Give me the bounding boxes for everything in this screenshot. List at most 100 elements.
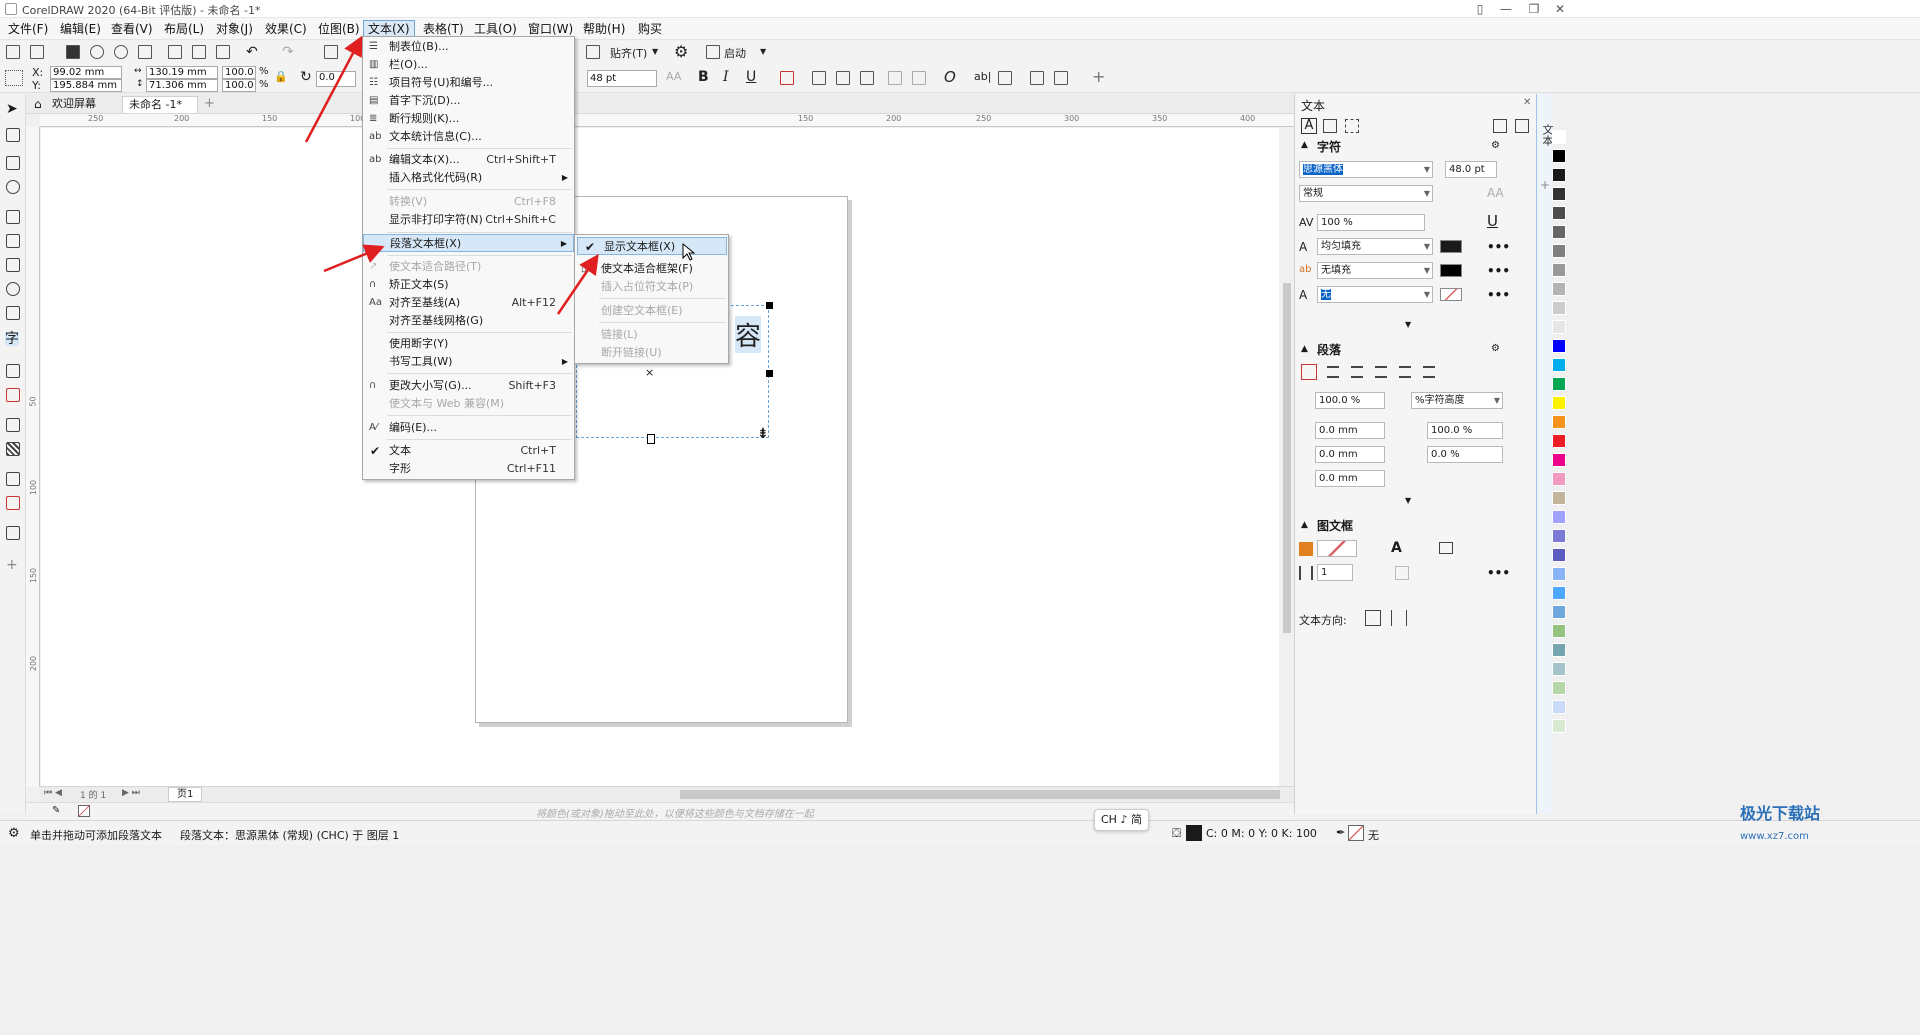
font-size-field[interactable]: 48 pt (587, 70, 657, 87)
vertical-ruler[interactable]: 50 100 150 200 (26, 127, 40, 787)
shape-tool-icon[interactable] (6, 128, 20, 142)
palette-swatch[interactable] (1552, 453, 1566, 467)
pick-tool-icon[interactable]: ➤ (6, 102, 20, 116)
underline-docker-icon[interactable]: U (1487, 212, 1498, 230)
y-position-field[interactable]: 195.884 mm (50, 79, 122, 92)
connector-tool-icon[interactable] (6, 388, 20, 402)
palette-swatch[interactable] (1552, 130, 1566, 144)
snap-to-label[interactable]: 贴齐(T) (610, 45, 647, 61)
eyedropper-small-icon[interactable]: ✎ (52, 805, 60, 816)
fill-color-swatch[interactable] (1186, 825, 1202, 841)
menu-align-baseline-grid[interactable]: 对齐至基线网格(G) (363, 312, 574, 330)
save-icon[interactable] (66, 45, 80, 59)
menu-show-nonprinting[interactable]: 显示非打印字符(N) Ctrl+Shift+C (363, 211, 574, 229)
scroll-thumb[interactable] (1283, 283, 1291, 633)
menu-bitmap[interactable]: 位图(B) (314, 20, 364, 38)
align-center-icon[interactable] (1351, 366, 1363, 378)
kerning-field[interactable]: 100 % (1317, 214, 1425, 231)
menu-columns[interactable]: ▥ 栏(O)... (363, 56, 574, 74)
interactive-fill-icon[interactable] (6, 496, 20, 510)
palette-swatch[interactable] (1552, 301, 1566, 315)
align-right-icon[interactable] (1375, 366, 1387, 378)
transparency-icon[interactable] (6, 442, 20, 456)
artistic-media-icon[interactable] (6, 234, 20, 248)
palette-swatch[interactable] (1552, 567, 1566, 581)
palette-swatch[interactable] (1552, 206, 1566, 220)
line-tool-icon[interactable] (6, 364, 20, 378)
docker-menu-icon[interactable] (1515, 119, 1529, 133)
bg-fill-type-field[interactable]: 无填充 ▼ (1317, 262, 1433, 279)
freehand-tool-icon[interactable] (6, 210, 20, 224)
height-field[interactable]: 71.306 mm (146, 79, 218, 92)
palette-swatch[interactable] (1552, 168, 1566, 182)
frame-align-icon[interactable] (1439, 542, 1453, 554)
increase-indent-icon[interactable] (912, 71, 926, 85)
menu-bullets[interactable]: ☷ 项目符号(U)和编号... (363, 74, 574, 92)
launch-dropdown-icon[interactable]: ▼ (760, 47, 766, 56)
italic-button[interactable]: I (723, 69, 729, 85)
menu-text-docker[interactable]: ✔ 文本 Ctrl+T (363, 442, 574, 460)
paste-icon[interactable] (216, 45, 230, 59)
horizontal-text-icon[interactable] (1030, 71, 1044, 85)
spacing-unit-field[interactable]: %字符高度 ▼ (1411, 392, 1503, 409)
submenu-fit-text-frame[interactable]: ▯ 使文本适合框架(F) (575, 260, 728, 278)
vertical-scrollbar[interactable] (1280, 128, 1294, 786)
redo-icon[interactable]: ↷ (282, 44, 294, 60)
menu-help[interactable]: 帮助(H) (579, 20, 629, 38)
cloud-upload-icon[interactable] (114, 45, 128, 59)
expand-icon[interactable]: ▼ (1405, 496, 1411, 505)
collapse-icon[interactable]: ▲ (1301, 344, 1308, 354)
resize-handle[interactable] (766, 370, 773, 377)
page-nav-last-icon[interactable]: ▶ ⏭ (122, 788, 140, 798)
menu-hyphenation[interactable]: 使用断字(Y) (363, 335, 574, 353)
palette-swatch[interactable] (1552, 225, 1566, 239)
scale-y-field[interactable]: 100.0 (222, 79, 256, 92)
import-icon[interactable] (324, 45, 338, 59)
bg-fill-docker-swatch[interactable] (1440, 264, 1462, 277)
palette-swatch[interactable] (1552, 510, 1566, 524)
eyedropper-icon[interactable] (6, 472, 20, 486)
underline-button[interactable]: U (746, 69, 756, 85)
cloud-download-icon[interactable] (90, 45, 104, 59)
palette-swatch[interactable] (1552, 548, 1566, 562)
palette-swatch[interactable] (1552, 624, 1566, 638)
copy-icon[interactable] (192, 45, 206, 59)
palette-swatch[interactable] (1552, 491, 1566, 505)
gear-icon[interactable]: ⚙ (674, 42, 688, 61)
add-tool-icon[interactable]: + (6, 558, 20, 572)
palette-swatch[interactable] (1552, 377, 1566, 391)
horizontal-scrollbar[interactable] (680, 790, 1280, 799)
first-line-indent-field[interactable]: 0.0 mm (1315, 422, 1385, 439)
minimize-button[interactable]: — (1496, 1, 1516, 17)
columns-field[interactable]: 1 (1317, 564, 1353, 581)
collapse-icon[interactable]: ▲ (1301, 140, 1308, 150)
palette-swatch[interactable] (1552, 339, 1566, 353)
zoom-tool-icon[interactable] (6, 180, 20, 194)
menu-file[interactable]: 文件(F) (4, 20, 52, 38)
palette-swatch[interactable] (1552, 244, 1566, 258)
numbered-list-icon[interactable] (836, 71, 850, 85)
palette-swatch[interactable] (1552, 282, 1566, 296)
more-options-icon[interactable]: ••• (1487, 240, 1510, 254)
column-settings-icon[interactable] (1395, 566, 1409, 580)
frame-tab-icon[interactable] (1345, 119, 1359, 133)
fill-color-docker-swatch[interactable] (1440, 240, 1462, 253)
text-properties-icon[interactable] (998, 71, 1012, 85)
menu-view[interactable]: 查看(V) (107, 20, 157, 38)
font-size-scale-icon[interactable]: AA (1487, 186, 1504, 200)
rotation-field[interactable]: 0.0 (316, 71, 356, 87)
close-button[interactable]: ✕ (1550, 1, 1570, 17)
rectangle-tool-icon[interactable] (6, 258, 20, 272)
menu-edit-text[interactable]: ab 编辑文本(X)... Ctrl+Shift+T (363, 151, 574, 169)
launch-label[interactable]: 启动 (724, 45, 746, 61)
opentype-icon[interactable]: O (944, 68, 956, 86)
menu-align-baseline[interactable]: Aa 对齐至基线(A) Alt+F12 (363, 294, 574, 312)
palette-swatch[interactable] (1552, 605, 1566, 619)
x-position-field[interactable]: 99.02 mm (50, 66, 122, 79)
palette-swatch[interactable] (1552, 700, 1566, 714)
frame-text-icon[interactable]: A (1391, 540, 1402, 556)
palette-swatch[interactable] (1552, 719, 1566, 733)
options-icon[interactable]: ⚙ (1491, 343, 1500, 354)
menu-buy[interactable]: 购买 (634, 20, 666, 38)
horizontal-ruler[interactable]: 250 200 150 100 150 200 250 300 350 400 (40, 114, 1294, 127)
